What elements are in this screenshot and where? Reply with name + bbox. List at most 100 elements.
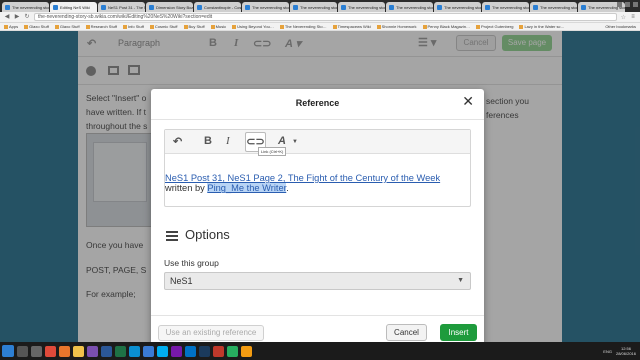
group-select[interactable]: NeS1 ▼ <box>164 272 471 290</box>
undo-icon[interactable]: ↶ <box>173 135 182 148</box>
chrome-icon[interactable] <box>45 345 56 357</box>
browser-tab-label: The neverending story sto… <box>252 4 289 10</box>
browser-tab[interactable]: The neverending story sto… <box>338 2 385 12</box>
favicon-icon <box>293 4 298 10</box>
browser-tab[interactable]: The neverending story sto… <box>290 2 337 12</box>
bookmark-item[interactable]: Cosmic Stuff <box>149 24 178 29</box>
bookmark-item[interactable]: Project Gutenberg <box>475 24 513 29</box>
browser-tab-label: NeS1 Post 31 - The Neve… <box>108 4 145 10</box>
maximize-icon[interactable] <box>625 2 630 7</box>
cancel-button[interactable]: Cancel <box>386 324 427 341</box>
browser-tab[interactable]: NeS1 Post 31 - The Neve… <box>98 2 145 12</box>
minimize-icon[interactable] <box>617 2 622 7</box>
bookmark-label: Penny Black Magazin… <box>427 24 470 29</box>
word-icon[interactable] <box>101 345 112 357</box>
app-icon[interactable] <box>241 345 252 357</box>
chevron-down-icon[interactable]: ▼ <box>292 139 298 145</box>
profile-name[interactable]: Asha Lawrence <box>586 2 614 7</box>
bookmark-item[interactable]: Shonnie Homework <box>376 24 417 29</box>
bookmark-icon <box>122 24 127 29</box>
browser-tab-label: The neverending story sto… <box>444 4 481 10</box>
browser-tab[interactable]: The neverending story sto… <box>242 2 289 12</box>
use-existing-reference-button[interactable]: Use an existing reference <box>158 325 264 341</box>
bookmark-label: The Neverending Sto… <box>284 24 327 29</box>
bookmark-item[interactable]: Research Stuff <box>85 24 117 29</box>
favicon-icon <box>5 4 10 10</box>
sliders-icon <box>166 230 178 241</box>
onenote-icon[interactable] <box>171 345 182 357</box>
bookmark-item[interactable]: Info Stuff <box>122 24 144 29</box>
favicon-icon <box>437 4 442 10</box>
browser-tab[interactable]: The neverending story sto… <box>434 2 481 12</box>
close-icon[interactable]: ✕ <box>462 94 474 108</box>
bookmark-star-icon[interactable]: ☆ <box>621 14 626 21</box>
skype-icon[interactable] <box>157 345 168 357</box>
close-window-icon[interactable] <box>633 2 638 7</box>
bookmark-item[interactable]: Buy Stuff <box>183 24 205 29</box>
browser-tab[interactable]: The neverending story sto… <box>2 2 49 12</box>
bookmark-label: Buy Stuff <box>188 24 205 29</box>
reload-icon[interactable]: ↻ <box>24 14 30 20</box>
bookmark-item[interactable]: Lazy in the Water sc… <box>519 24 565 29</box>
browser-tab-label: The neverending story sto… <box>540 4 577 10</box>
options-heading: Options <box>185 227 230 242</box>
bookmarks-bar: Apps Glaxo Stuff Glaxo Stuff Research Stuff… <box>0 23 640 31</box>
bookmark-icon <box>183 24 188 29</box>
reference-text[interactable]: written by Ping_Me the Writer. <box>165 183 289 193</box>
app-icon[interactable] <box>213 345 224 357</box>
browser-tab[interactable]: Editing NeS Wiki <box>50 2 97 12</box>
bookmark-item[interactable]: Glaxo Stuff <box>54 24 80 29</box>
task-view-icon[interactable] <box>31 345 42 357</box>
menu-icon[interactable]: ≡ <box>630 14 636 20</box>
search-icon[interactable] <box>17 345 28 357</box>
explorer-icon[interactable] <box>73 345 84 357</box>
bookmark-icon <box>85 24 90 29</box>
other-bookmarks[interactable]: Other bookmarks <box>605 24 636 29</box>
insert-button[interactable]: Insert <box>440 324 477 341</box>
reference-author-link[interactable]: Ping_Me the Writer <box>207 183 287 193</box>
chevron-down-icon: ▼ <box>457 277 464 284</box>
reference-dialog: Reference ✕ ↶ B I ⊂⊃ A ▼ Link (Ctrl+K) N… <box>151 89 484 349</box>
forward-icon[interactable]: ▶ <box>14 14 20 20</box>
bookmark-item[interactable]: Using Beyond You… <box>232 24 274 29</box>
excel-icon[interactable] <box>115 345 126 357</box>
start-icon[interactable] <box>2 345 14 357</box>
bookmark-label: Glaxo Stuff <box>29 24 49 29</box>
text-style-icon[interactable]: A <box>278 135 286 147</box>
bookmark-icon <box>210 24 215 29</box>
clock[interactable]: 12:56 28/06/2016 <box>616 346 636 356</box>
back-icon[interactable]: ◀ <box>4 14 10 20</box>
favicon-icon <box>149 4 154 10</box>
italic-icon[interactable]: I <box>226 135 230 147</box>
favicon-icon <box>197 4 202 10</box>
browser-tab[interactable]: The neverending story sto… <box>482 2 529 12</box>
media-icon[interactable] <box>87 345 98 357</box>
url-input[interactable]: the-neverending-story-sb.wikia.com/wiki/… <box>34 13 617 21</box>
window-controls <box>617 2 638 7</box>
browser-tab-label: The neverending story sto… <box>396 4 433 10</box>
reference-text[interactable]: NeS1 Post 31, NeS1 Page 2, The Fight of … <box>165 173 440 183</box>
bookmark-item[interactable]: The Neverending Sto… <box>279 24 327 29</box>
browser-tab[interactable]: Constantinople - Cosmo… <box>194 2 241 12</box>
browser-tab[interactable]: The neverending story sto… <box>530 2 577 12</box>
store-icon[interactable] <box>143 345 154 357</box>
bookmark-item[interactable]: Glaxo Stuff <box>24 24 49 29</box>
bold-icon[interactable]: B <box>204 135 212 147</box>
language-indicator[interactable]: ENG <box>603 349 612 354</box>
bookmark-item[interactable]: Penny Black Magazin… <box>422 24 470 29</box>
favicon-icon <box>389 4 394 10</box>
bookmark-label: Using Beyond You… <box>237 24 274 29</box>
firefox-icon[interactable] <box>59 345 70 357</box>
bookmark-icon <box>422 24 427 29</box>
bookmark-item[interactable]: Timespacews Wiki <box>332 24 371 29</box>
reference-prefix: written by <box>165 183 208 193</box>
mail-icon[interactable] <box>185 345 196 357</box>
photoshop-icon[interactable] <box>199 345 210 357</box>
browser-tab[interactable]: The neverending story sto… <box>386 2 433 12</box>
app-icon[interactable] <box>227 345 238 357</box>
favicon-icon <box>245 4 250 10</box>
browser-tab[interactable]: Dimension Story Board <box>146 2 193 12</box>
bookmark-item[interactable]: Music <box>210 24 226 29</box>
bookmark-item[interactable]: Apps <box>4 24 18 29</box>
photos-icon[interactable] <box>129 345 140 357</box>
